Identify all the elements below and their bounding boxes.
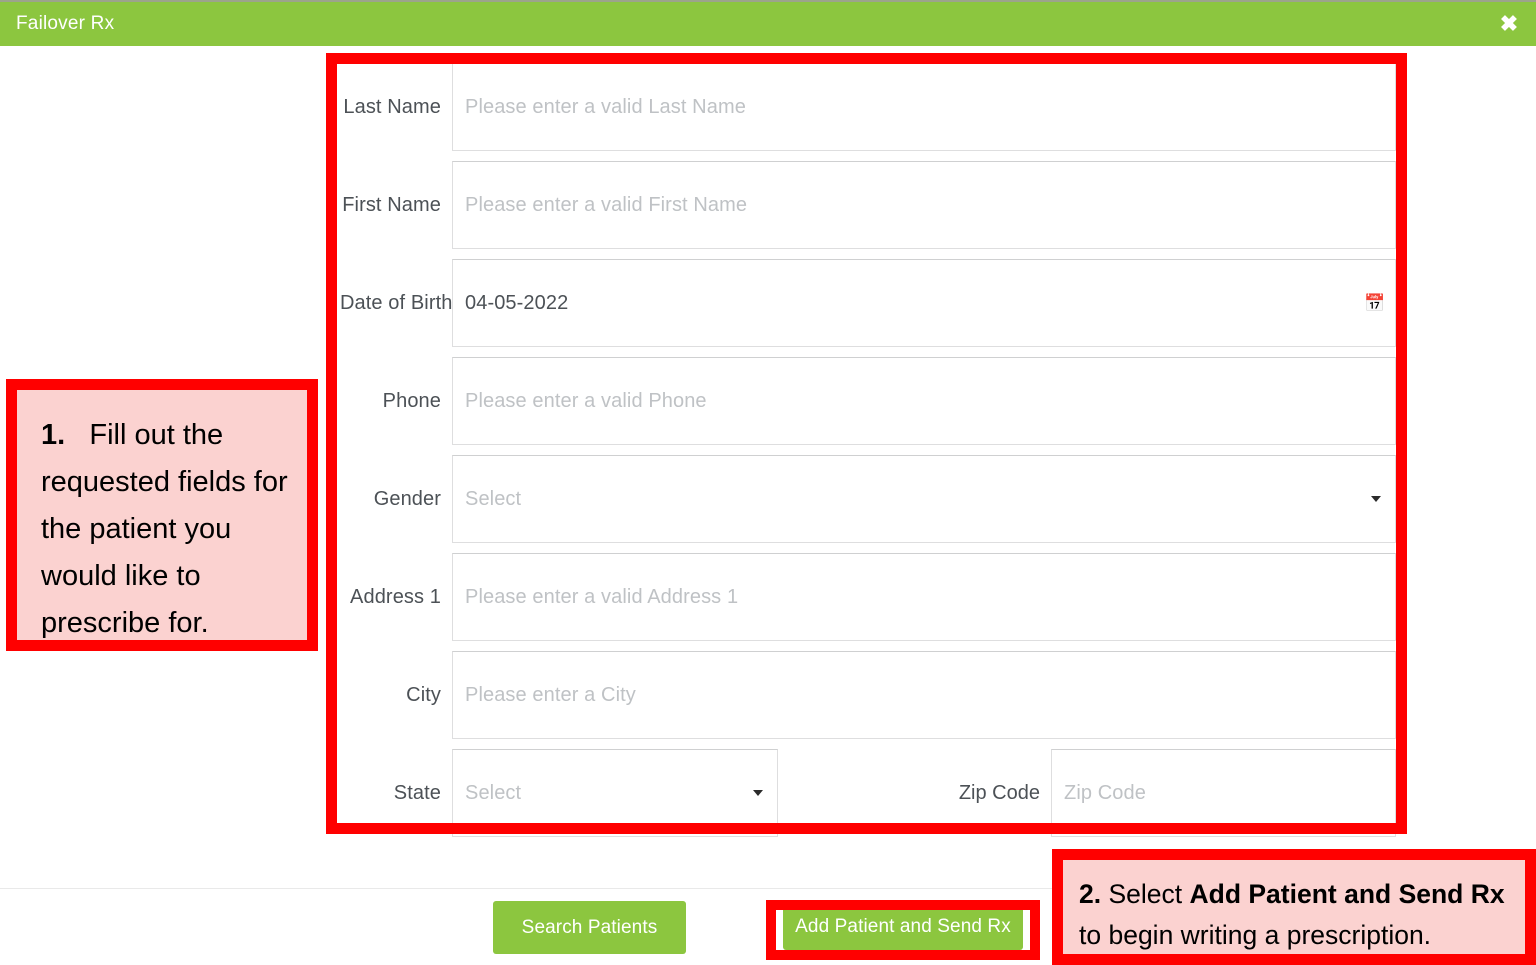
field-row-last-name: Last Name Please enter a valid Last Name bbox=[340, 58, 1396, 156]
annotation-step-1-number: 1. bbox=[41, 419, 82, 451]
field-row-address-1: Address 1 Please enter a valid Address 1 bbox=[340, 548, 1396, 646]
add-patient-and-send-rx-button[interactable]: Add Patient and Send Rx bbox=[783, 903, 1023, 950]
input-address-1[interactable]: Please enter a valid Address 1 bbox=[452, 553, 1396, 641]
label-gender: Gender bbox=[373, 487, 441, 510]
state-group: State Select bbox=[340, 749, 778, 837]
app-root: Failover Rx ✖ Last Name Please enter a v… bbox=[0, 0, 1536, 965]
field-row-gender: Gender Select bbox=[340, 450, 1396, 548]
modal-header: Failover Rx ✖ bbox=[0, 2, 1536, 46]
field-row-date-of-birth: Date of Birth 04-05-2022 📅 bbox=[340, 254, 1396, 352]
input-first-name[interactable]: Please enter a valid First Name bbox=[452, 161, 1396, 249]
close-icon[interactable]: ✖ bbox=[1496, 11, 1522, 37]
field-row-phone: Phone Please enter a valid Phone bbox=[340, 352, 1396, 450]
modal-title: Failover Rx bbox=[16, 13, 115, 34]
input-first-name-placeholder: Please enter a valid First Name bbox=[465, 193, 748, 216]
input-last-name-placeholder: Please enter a valid Last Name bbox=[465, 95, 746, 118]
select-gender-placeholder: Select bbox=[465, 487, 522, 510]
annotation-step-2: 2. Select Add Patient and Send Rx to beg… bbox=[1052, 849, 1536, 965]
annotation-step-2-tail: to begin writing a prescription. bbox=[1079, 920, 1432, 951]
field-row-state-zip: State Select Zip Code Zip Code bbox=[340, 744, 1396, 842]
annotation-step-2-lead: Select bbox=[1101, 879, 1190, 909]
input-city[interactable]: Please enter a City bbox=[452, 651, 1396, 739]
annotation-step-2-number: 2. bbox=[1079, 879, 1102, 909]
input-city-placeholder: Please enter a City bbox=[465, 683, 636, 706]
input-date-of-birth-value: 04-05-2022 bbox=[465, 291, 569, 314]
label-last-name: Last Name bbox=[343, 95, 441, 118]
annotation-step-1-text: Fill out the requested fields for the pa… bbox=[41, 419, 288, 639]
label-first-name: First Name bbox=[342, 193, 441, 216]
select-state[interactable]: Select bbox=[452, 749, 778, 837]
input-phone[interactable]: Please enter a valid Phone bbox=[452, 357, 1396, 445]
label-city: City bbox=[406, 683, 441, 706]
select-state-placeholder: Select bbox=[465, 781, 522, 804]
input-phone-placeholder: Please enter a valid Phone bbox=[465, 389, 707, 412]
input-date-of-birth[interactable]: 04-05-2022 📅 bbox=[452, 259, 1396, 347]
label-address-1: Address 1 bbox=[350, 585, 441, 608]
chevron-down-icon bbox=[1371, 496, 1381, 502]
select-gender[interactable]: Select bbox=[452, 455, 1396, 543]
chevron-down-icon bbox=[753, 790, 763, 796]
input-last-name[interactable]: Please enter a valid Last Name bbox=[452, 63, 1396, 151]
input-address-1-placeholder: Please enter a valid Address 1 bbox=[465, 585, 739, 608]
annotation-step-2-bold: Add Patient and Send Rx bbox=[1189, 879, 1505, 909]
field-row-first-name: First Name Please enter a valid First Na… bbox=[340, 156, 1396, 254]
label-zip-code: Zip Code bbox=[958, 781, 1040, 804]
annotation-step-1: 1. Fill out the requested fields for the… bbox=[6, 379, 318, 651]
input-zip-code-placeholder: Zip Code bbox=[1064, 781, 1146, 804]
search-patients-button[interactable]: Search Patients bbox=[493, 901, 686, 954]
field-row-city: City Please enter a City bbox=[340, 646, 1396, 744]
input-zip-code[interactable]: Zip Code bbox=[1051, 749, 1396, 837]
label-state: State bbox=[393, 781, 441, 804]
calendar-icon[interactable]: 📅 bbox=[1364, 295, 1385, 312]
label-phone: Phone bbox=[382, 389, 441, 412]
zip-group: Zip Code Zip Code bbox=[901, 749, 1396, 837]
label-date-of-birth: Date of Birth bbox=[340, 291, 453, 314]
